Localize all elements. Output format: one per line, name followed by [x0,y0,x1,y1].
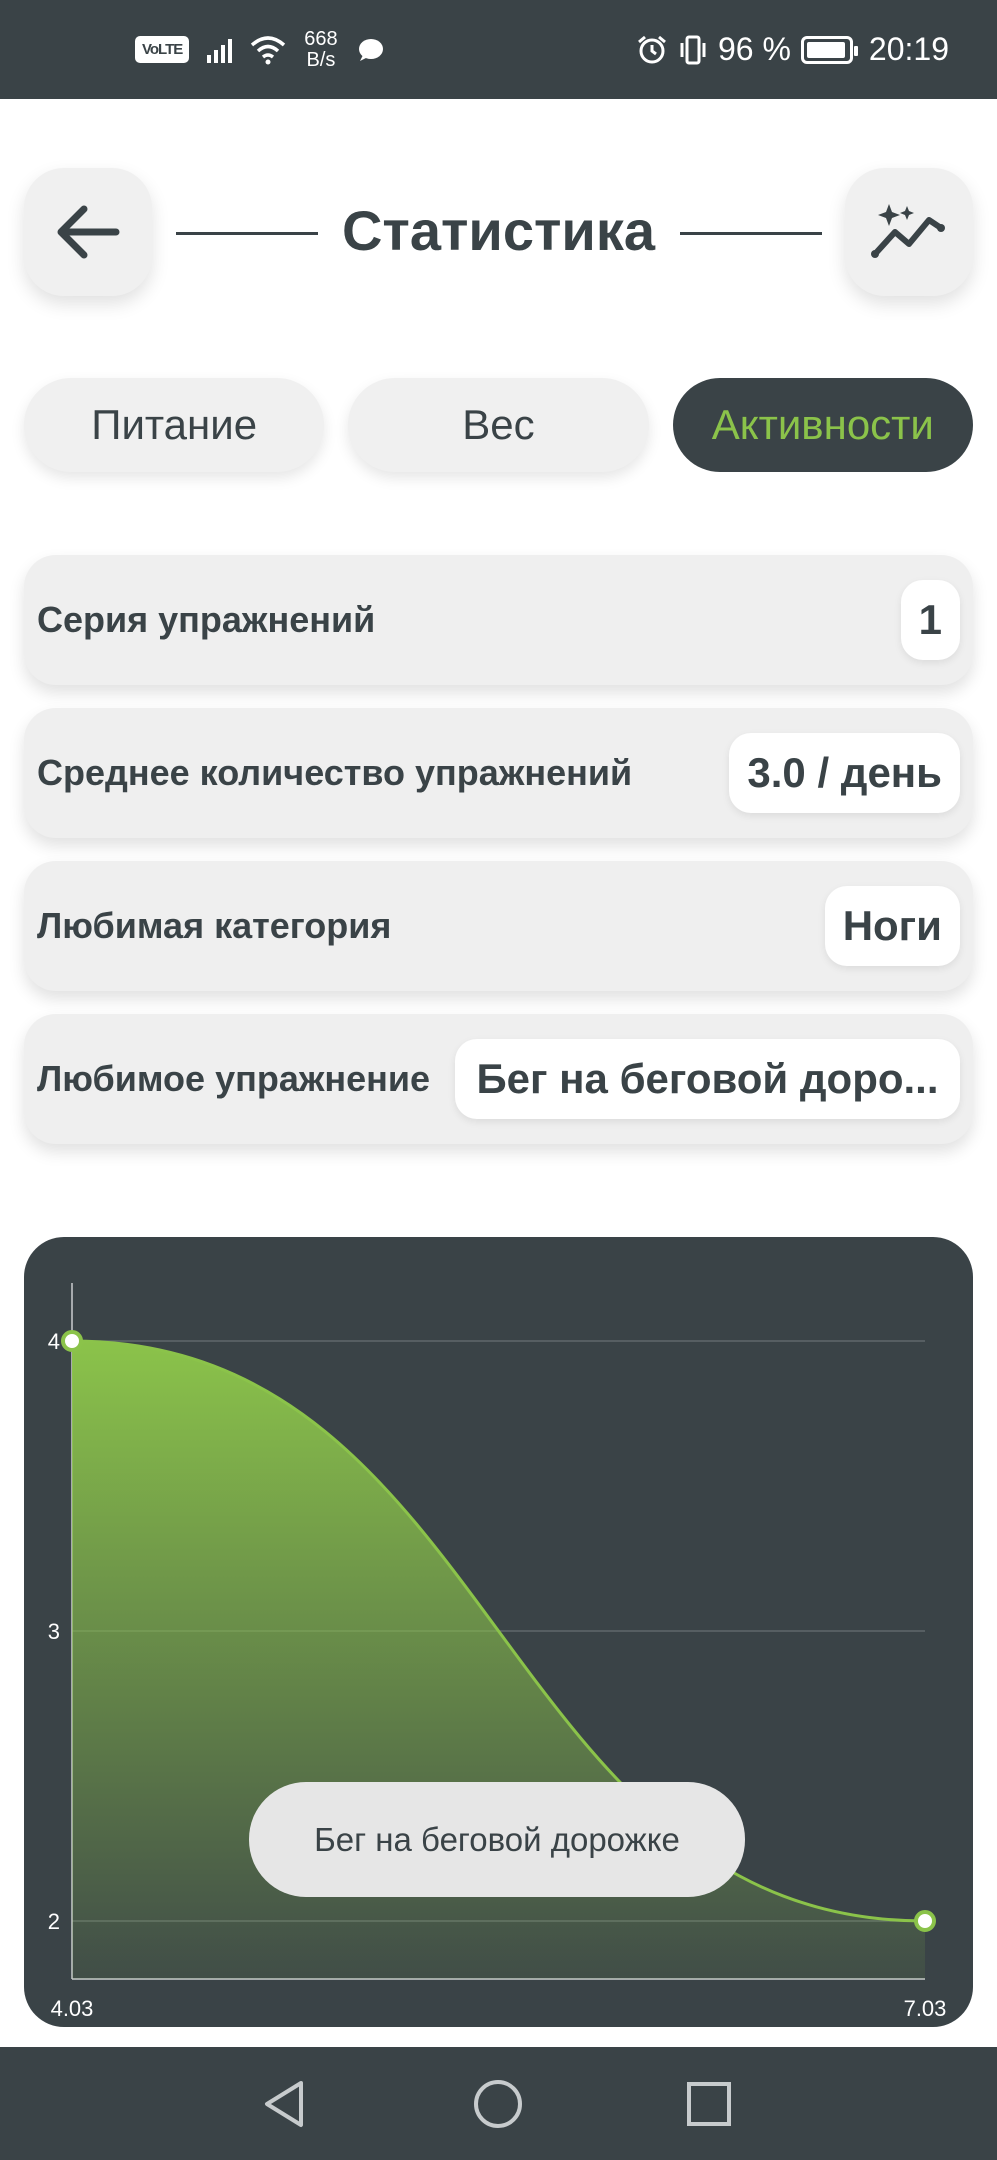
data-point [914,1910,936,1932]
square-recents-icon [687,2081,731,2126]
stat-card-favorite-category: Любимая категория Ноги [24,861,973,991]
alarm-icon [638,35,666,63]
stat-card-favorite-exercise: Любимое упражнение Бег на беговой доро..… [24,1014,973,1144]
clock: 20:19 [868,31,949,67]
stat-value: Бег на беговой доро... [455,1039,960,1119]
wifi-icon [251,35,286,64]
network-speed: 668 B/s [304,27,338,71]
x-tick-label: 4.03 [51,1996,94,2021]
stat-value: Ноги [824,886,960,966]
nav-home-button[interactable] [438,2047,558,2160]
tab-nutrition[interactable]: Питание [24,378,325,472]
header: Статистика [0,168,997,300]
battery-icon [800,35,858,64]
nav-back-button[interactable] [224,2047,344,2160]
x-tick-label: 7.03 [904,1996,947,2021]
activity-chart: 2 3 4 4.03 7.03 Бег на беговой дорожке [24,1237,973,2027]
stat-label: Любимая категория [37,905,392,946]
battery-percent: 96 % [717,31,791,67]
y-tick-label: 4 [48,1329,60,1354]
vibrate-icon [680,35,706,64]
chart-svg: 2 3 4 4.03 7.03 [48,1283,947,2021]
triangle-back-icon [265,2080,303,2127]
stat-card-average-exercises: Среднее количество упражнений 3.0 / день [24,708,973,838]
title-divider-right [680,232,822,235]
chat-bubble-icon [358,38,383,61]
y-tick-label: 3 [48,1619,60,1644]
status-left: VoLTE 668 B/s [135,0,384,99]
sparkle-trend-icon [871,204,945,258]
data-point [61,1330,83,1352]
y-tick-label: 2 [48,1909,60,1934]
circle-home-icon [474,2079,522,2128]
stat-label: Серия упражнений [37,599,376,640]
chart-tooltip: Бег на беговой дорожке [249,1782,745,1897]
stat-value: 3.0 / день [729,733,960,813]
status-right: 96 % 20:19 [636,0,949,99]
category-tabs: Питание Вес Активности [24,378,973,472]
speed-value: 668 [304,27,338,50]
statistics-button[interactable] [845,168,973,296]
signal-icon [207,37,233,63]
nav-recents-button[interactable] [649,2047,769,2160]
speed-unit: B/s [306,48,336,71]
stat-card-exercise-streak: Серия упражнений 1 [24,555,973,685]
stat-label: Среднее количество упражнений [37,752,633,793]
system-nav-bar [0,2047,997,2160]
volte-badge: VoLTE [135,36,190,63]
stat-label: Любимое упражнение [37,1058,431,1099]
tab-activities[interactable]: Активности [672,378,973,472]
status-bar: VoLTE 668 B/s 96 % 20:19 [0,0,997,99]
tab-weight[interactable]: Вес [348,378,649,472]
stat-value: 1 [900,580,960,660]
